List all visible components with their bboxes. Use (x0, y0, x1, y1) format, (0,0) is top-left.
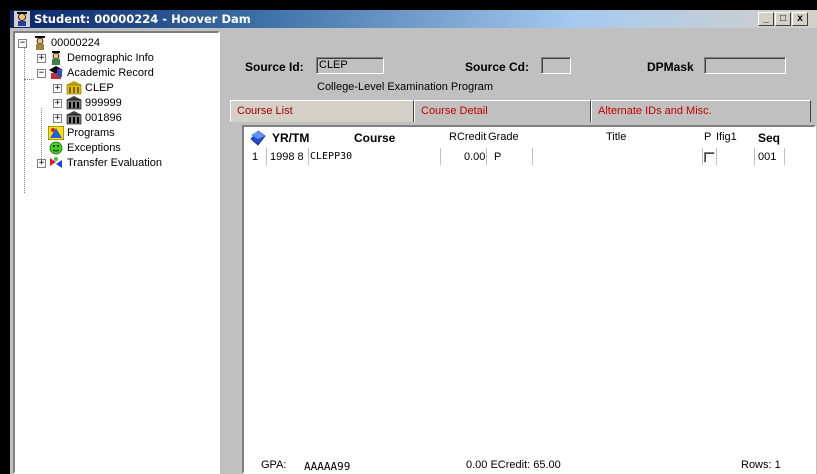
tree-item-001896[interactable]: 001896 (85, 111, 122, 125)
p-checkbox[interactable] (704, 152, 715, 163)
source-description: College-Level Examination Program (317, 81, 494, 93)
tree-expand-999999[interactable]: + (53, 99, 62, 108)
cell-seq[interactable]: 001 (758, 149, 776, 165)
tree-expand-clep[interactable]: + (53, 84, 62, 93)
navigation-tree[interactable]: − 00000224 + Demographic Info − Academic… (13, 31, 220, 474)
tab-course-list[interactable]: Course List (230, 100, 414, 122)
exceptions-icon (49, 141, 63, 155)
tab-alternate-ids[interactable]: Alternate IDs and Misc. (591, 100, 811, 122)
source-id-label: Source Id: (245, 60, 304, 74)
institution-icon (66, 81, 82, 95)
student-icon (35, 36, 45, 50)
minimize-button[interactable]: _ (758, 12, 774, 26)
cell-grade[interactable]: P (494, 149, 501, 165)
tree-collapse-academic[interactable]: − (37, 69, 46, 78)
tab-course-detail[interactable]: Course Detail (414, 100, 591, 122)
tree-item-programs[interactable]: Programs (67, 126, 115, 140)
dpmask-field[interactable] (704, 57, 786, 74)
tree-item-exceptions[interactable]: Exceptions (67, 141, 121, 155)
close-button[interactable]: x (792, 12, 808, 26)
column-header-rcredit[interactable]: RCredit (449, 131, 486, 143)
course-list-grid[interactable]: YR/TM Course RCredit Grade Title P Ifig1… (242, 125, 816, 474)
source-id-field[interactable]: CLEP (316, 57, 384, 74)
tree-root-collapse[interactable]: − (18, 39, 27, 48)
column-header-ifig1[interactable]: Ifig1 (716, 131, 737, 143)
dpmask-label: DPMask (647, 60, 694, 74)
column-header-course[interactable]: Course (354, 131, 395, 145)
person-icon (52, 51, 60, 65)
source-cd-label: Source Cd: (465, 60, 530, 74)
detail-panel: Source Id: CLEP Source Cd: DPMask Colleg… (225, 31, 817, 474)
row-number: 1 (252, 151, 259, 163)
transfer-icon (50, 157, 62, 168)
tree-expand-001896[interactable]: + (53, 114, 62, 123)
tree-expand-demographic[interactable]: + (37, 54, 46, 63)
tree-item-clep[interactable]: CLEP (85, 81, 114, 95)
tree-item-999999[interactable]: 999999 (85, 96, 122, 110)
gpa-label: GPA: (261, 459, 287, 471)
student-icon (14, 11, 30, 27)
tree-item-root[interactable]: 00000224 (51, 36, 100, 50)
tree-expand-transfer[interactable]: + (37, 159, 46, 168)
tree-item-demographic-info[interactable]: Demographic Info (67, 51, 154, 65)
column-header-yrtm[interactable]: YR/TM (272, 131, 309, 145)
maximize-button[interactable]: □ (775, 12, 791, 26)
institution-icon (66, 96, 82, 110)
tree-item-academic-record[interactable]: Academic Record (67, 66, 154, 80)
column-header-title[interactable]: Title (606, 131, 626, 143)
cell-rcredit[interactable]: 0.00 (464, 149, 485, 165)
source-cd-field[interactable] (541, 57, 571, 74)
rows-count: Rows: 1 (741, 459, 781, 471)
tree-item-transfer-evaluation[interactable]: Transfer Evaluation (67, 156, 162, 170)
gpa-code: AAAAA99 (304, 460, 351, 473)
programs-icon (48, 126, 64, 140)
book-icon (250, 130, 266, 146)
column-header-seq[interactable]: Seq (758, 131, 780, 145)
credit-summary: 0.00 ECredit: 65.00 (466, 459, 561, 471)
column-header-p[interactable]: P (704, 131, 711, 143)
column-header-grade[interactable]: Grade (488, 131, 519, 143)
title-bar[interactable]: Student: 00000224 - Hoover Dam _ □ x (10, 10, 817, 28)
institution-icon (66, 111, 82, 125)
window-title: Student: 00000224 - Hoover Dam (34, 12, 251, 26)
cell-yrtm[interactable]: 1998 8 (270, 149, 304, 165)
student-window: Student: 00000224 - Hoover Dam _ □ x − 0… (10, 10, 817, 474)
academic-record-icon (49, 66, 63, 79)
cell-course[interactable]: CLEPP30 (310, 149, 352, 165)
